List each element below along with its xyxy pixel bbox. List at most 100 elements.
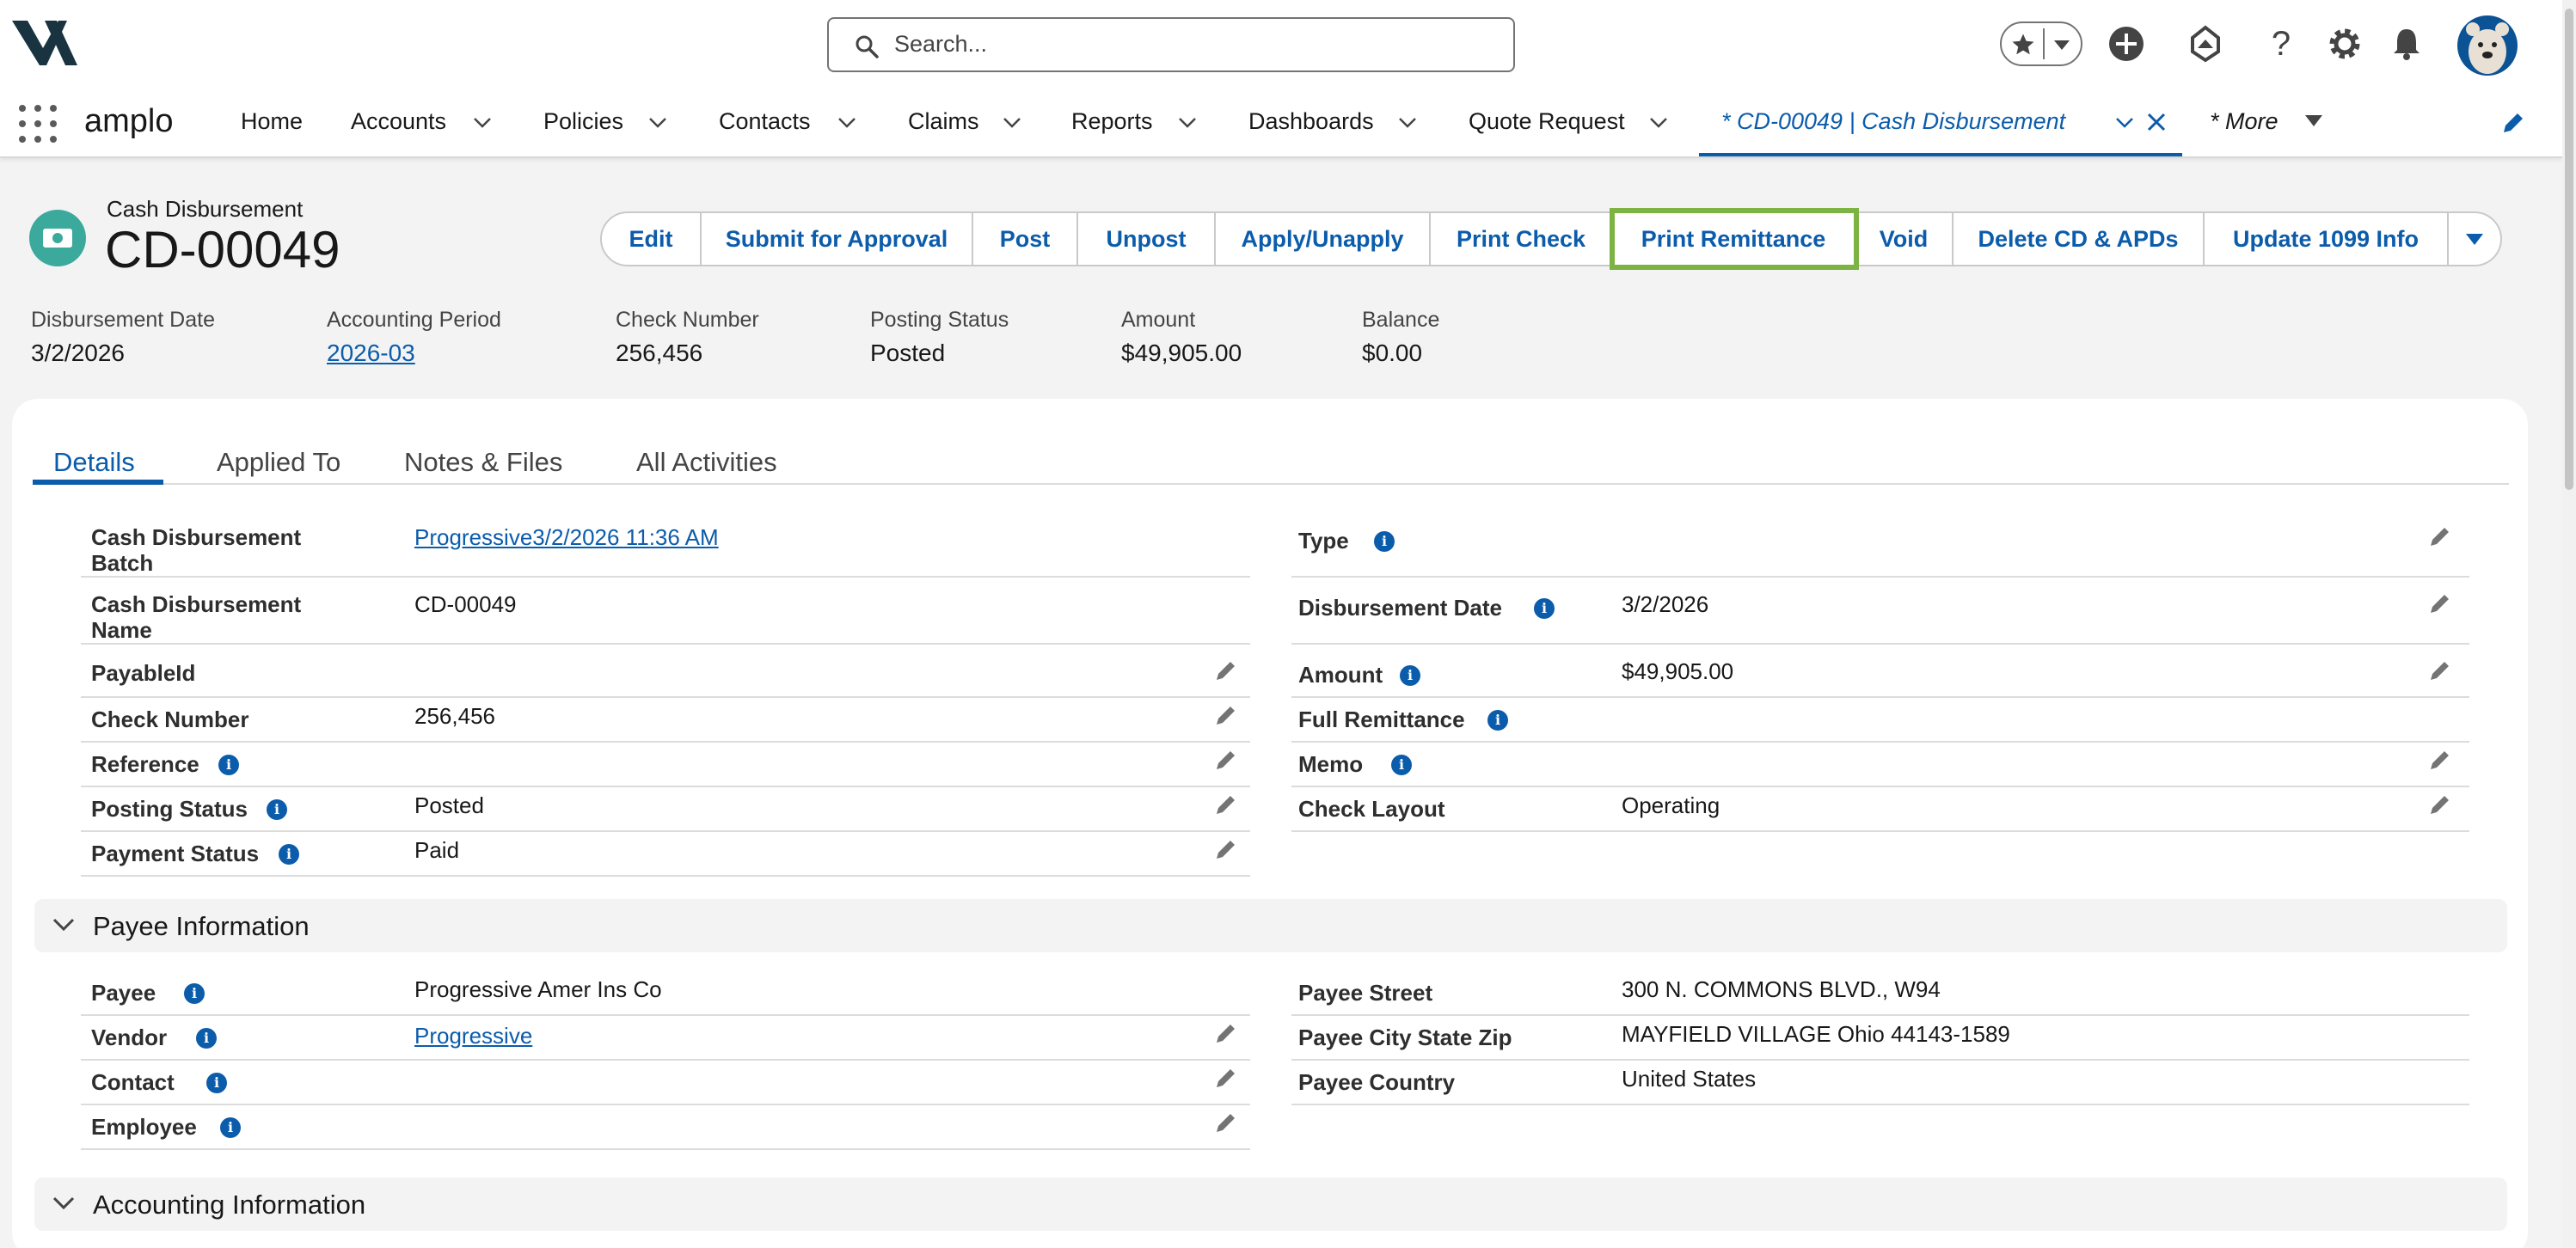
tab-applied-to[interactable]: Applied To [217, 447, 340, 478]
field-label: Payee [91, 980, 156, 1006]
caret-down-icon[interactable] [2304, 113, 2323, 127]
setup-gear-icon[interactable] [2323, 22, 2366, 65]
info-icon[interactable]: i [1391, 755, 1412, 775]
chevron-down-icon[interactable] [1398, 117, 1417, 129]
chevron-down-icon[interactable] [1178, 117, 1197, 129]
field-label: Type [1298, 528, 1349, 554]
highlight-balance: Balance $0.00 [1362, 308, 1439, 367]
favorites-button-group[interactable] [2000, 21, 2082, 66]
info-icon[interactable]: i [218, 755, 239, 775]
nav-item-policies[interactable]: Policies [543, 108, 623, 135]
pencil-edit-icon[interactable] [2428, 591, 2452, 615]
app-launcher-icon[interactable] [19, 105, 58, 144]
pencil-edit-icon[interactable] [1214, 1110, 1238, 1135]
field-label: Posting Status [91, 796, 248, 822]
section-accounting-information[interactable]: Accounting Information [34, 1178, 2507, 1231]
info-icon[interactable]: i [1487, 710, 1508, 731]
field-label: Cash Disbursement Batch [91, 524, 302, 576]
chevron-down-icon[interactable] [1003, 117, 1021, 129]
update-1099-info-button[interactable]: Update 1099 Info [2205, 211, 2449, 266]
chevron-down-icon[interactable] [1649, 117, 1668, 129]
highlight-value: 3/2/2026 [31, 340, 125, 366]
pencil-edit-icon[interactable] [1214, 1021, 1238, 1045]
close-icon[interactable] [2146, 112, 2167, 132]
submit-for-approval-button[interactable]: Submit for Approval [702, 211, 973, 266]
nav-item-contacts[interactable]: Contacts [719, 108, 811, 135]
scrollbar-thumb[interactable] [2565, 9, 2573, 490]
app-name: amplo [84, 103, 174, 139]
notifications-bell-icon[interactable] [2385, 22, 2428, 65]
info-icon[interactable]: i [206, 1073, 227, 1093]
delete-cd-apds-button[interactable]: Delete CD & APDs [1953, 211, 2205, 266]
pencil-edit-icon[interactable] [1214, 837, 1238, 861]
tab-all-activities[interactable]: All Activities [636, 447, 777, 478]
bear-avatar-icon [2466, 22, 2509, 74]
apply-unapply-button[interactable]: Apply/Unapply [1216, 211, 1431, 266]
favorites-star-icon[interactable] [2010, 32, 2036, 58]
chevron-down-icon[interactable] [648, 117, 667, 129]
print-remittance-button[interactable]: Print Remittance [1610, 208, 1859, 270]
highlight-amount: Amount $49,905.00 [1121, 308, 1242, 367]
pencil-edit-icon[interactable] [2428, 748, 2452, 772]
field-disbursement-date: Disbursement Date i 3/2/2026 [1291, 586, 2469, 645]
info-icon[interactable]: i [267, 799, 287, 820]
info-icon[interactable]: i [1400, 665, 1420, 686]
nav-item-quote-request[interactable]: Quote Request [1469, 108, 1625, 135]
info-icon[interactable]: i [279, 844, 299, 865]
pencil-edit-icon[interactable] [1214, 1066, 1238, 1090]
chevron-down-icon[interactable] [2053, 39, 2070, 51]
field-value: United States [1622, 1066, 1757, 1092]
money-icon [43, 229, 72, 248]
field-label: Cash Disbursement Name [91, 591, 302, 643]
field-label: Check Number [91, 707, 249, 732]
pencil-edit-icon[interactable] [2428, 792, 2452, 817]
app-logo-icon[interactable] [10, 19, 79, 67]
field-label: Check Layout [1298, 796, 1445, 822]
pencil-edit-icon[interactable] [1214, 792, 1238, 817]
tab-details[interactable]: Details [53, 447, 135, 478]
nav-item-dashboards[interactable]: Dashboards [1248, 108, 1374, 135]
pencil-edit-icon[interactable] [2428, 658, 2452, 682]
batch-link[interactable]: Progressive3/2/2026 11:36 AM [414, 524, 719, 551]
info-icon[interactable]: i [196, 1028, 217, 1049]
global-search-input[interactable]: Search... [827, 17, 1515, 72]
nav-item-home[interactable]: Home [241, 108, 303, 135]
field-label: Vendor [91, 1025, 168, 1050]
nav-more[interactable]: * More [2210, 108, 2279, 135]
print-check-button[interactable]: Print Check [1431, 211, 1613, 266]
pencil-edit-icon[interactable] [1214, 748, 1238, 772]
accounting-period-link[interactable]: 2026-03 [327, 340, 501, 367]
record-tabs: Details Applied To Notes & Files All Act… [33, 430, 2509, 485]
pencil-edit-icon[interactable] [2428, 524, 2452, 548]
field-memo: Memo i [1291, 743, 2469, 787]
add-icon[interactable] [2105, 22, 2148, 65]
nav-item-reports[interactable]: Reports [1071, 108, 1153, 135]
info-icon[interactable]: i [184, 983, 205, 1004]
vendor-link[interactable]: Progressive [414, 1023, 532, 1049]
help-icon[interactable]: ? [2260, 22, 2303, 65]
chevron-down-icon[interactable] [837, 117, 856, 129]
void-button[interactable]: Void [1855, 211, 1953, 266]
info-icon[interactable]: i [1374, 531, 1395, 552]
info-icon[interactable]: i [1534, 598, 1555, 619]
page-scrollbar[interactable] [2562, 0, 2576, 1248]
tab-cd-00049[interactable]: * CD-00049 | Cash Disbursement [1699, 84, 2182, 156]
info-icon[interactable]: i [220, 1117, 241, 1138]
chevron-down-icon[interactable] [2115, 117, 2134, 129]
nav-item-accounts[interactable]: Accounts [351, 108, 446, 135]
edit-nav-icon[interactable] [2500, 110, 2526, 136]
field-check-number: Check Number 256,456 [81, 698, 1250, 743]
post-button[interactable]: Post [973, 211, 1078, 266]
more-actions-button[interactable] [2449, 211, 2502, 266]
unpost-button[interactable]: Unpost [1078, 211, 1216, 266]
edit-button[interactable]: Edit [600, 211, 702, 266]
section-payee-information[interactable]: Payee Information [34, 899, 2507, 952]
chevron-down-icon[interactable] [473, 117, 492, 129]
nav-item-claims[interactable]: Claims [908, 108, 979, 135]
field-label: PayableId [91, 660, 196, 686]
tab-notes-files[interactable]: Notes & Files [404, 447, 562, 478]
pencil-edit-icon[interactable] [1214, 658, 1238, 682]
trailhead-icon[interactable] [2184, 22, 2227, 65]
user-avatar[interactable] [2457, 15, 2518, 76]
pencil-edit-icon[interactable] [1214, 703, 1238, 727]
